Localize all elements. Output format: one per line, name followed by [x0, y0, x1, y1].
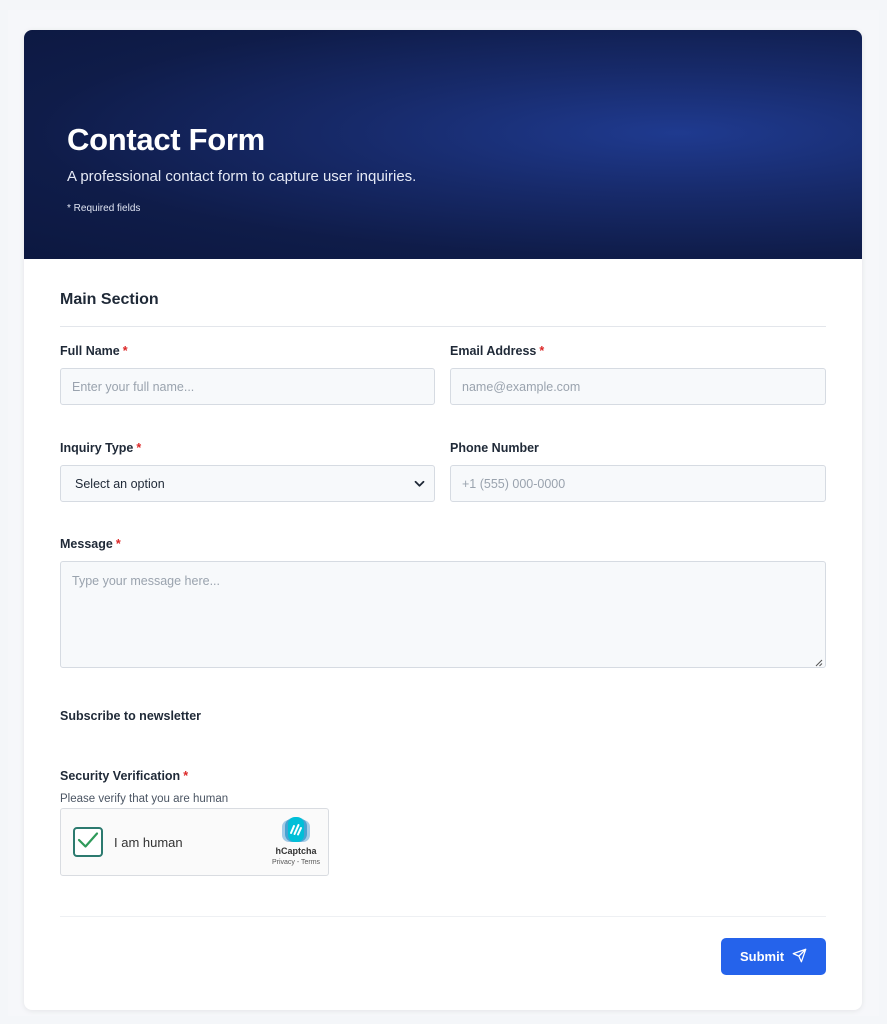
security-help-text: Please verify that you are human — [60, 793, 229, 805]
required-fields-note: * Required fields — [67, 203, 141, 214]
phone-input[interactable]: +1 (555) 000-0000 — [450, 465, 826, 502]
message-label-text: Message — [60, 537, 113, 551]
send-icon — [792, 948, 807, 966]
inquiry-type-select[interactable]: Select an option — [60, 465, 435, 502]
section-title: Main Section — [60, 291, 159, 308]
submit-label: Submit — [739, 949, 785, 964]
message-label: Message * — [60, 537, 121, 551]
required-marker: * — [136, 441, 142, 455]
form-subtitle: A professional contact form to capture u… — [67, 168, 417, 185]
captcha-checkbox[interactable] — [73, 827, 103, 857]
required-marker: * — [115, 537, 121, 551]
hcaptcha-widget: I am human hCaptcha Privacy - Terms — [60, 808, 329, 876]
email-label-text: Email Address — [450, 344, 537, 358]
required-marker: * — [122, 344, 128, 358]
chevron-down-icon — [414, 477, 425, 491]
email-label: Email Address * — [450, 344, 544, 358]
checkmark-icon — [77, 831, 99, 854]
security-label-text: Security Verification — [60, 769, 181, 783]
captcha-brand: hCaptcha — [275, 846, 317, 856]
full-name-placeholder: Enter your full name... — [72, 379, 195, 394]
hcaptcha-logo-icon — [278, 816, 314, 844]
security-verification-label: Security Verification * — [60, 769, 188, 783]
footer-divider — [60, 916, 826, 917]
phone-placeholder: +1 (555) 000-0000 — [462, 476, 566, 491]
newsletter-label[interactable]: Subscribe to newsletter — [60, 709, 201, 723]
message-textarea[interactable]: Type your message here... — [60, 561, 826, 668]
inquiry-type-label: Inquiry Type * — [60, 441, 141, 455]
email-input[interactable]: name@example.com — [450, 368, 826, 405]
required-marker: * — [183, 769, 189, 783]
inquiry-type-selected: Select an option — [75, 476, 165, 491]
form-title: Contact Form — [67, 122, 265, 157]
captcha-privacy-terms-link[interactable]: Privacy - Terms — [261, 859, 331, 866]
full-name-label: Full Name * — [60, 344, 128, 358]
form-header: Contact Form A professional contact form… — [24, 30, 862, 259]
phone-label-text: Phone Number — [450, 441, 539, 455]
section-divider — [60, 326, 826, 327]
full-name-label-text: Full Name — [60, 344, 120, 358]
required-marker: * — [539, 344, 545, 358]
email-placeholder: name@example.com — [462, 379, 581, 394]
resize-handle-icon[interactable] — [814, 656, 823, 667]
inquiry-type-label-text: Inquiry Type — [60, 441, 134, 455]
submit-button[interactable]: Submit — [721, 938, 826, 975]
full-name-input[interactable]: Enter your full name... — [60, 368, 435, 405]
phone-label: Phone Number — [450, 441, 539, 455]
message-placeholder: Type your message here... — [72, 574, 220, 588]
contact-form-card: Contact Form A professional contact form… — [24, 30, 862, 1010]
captcha-label: I am human — [114, 835, 183, 850]
